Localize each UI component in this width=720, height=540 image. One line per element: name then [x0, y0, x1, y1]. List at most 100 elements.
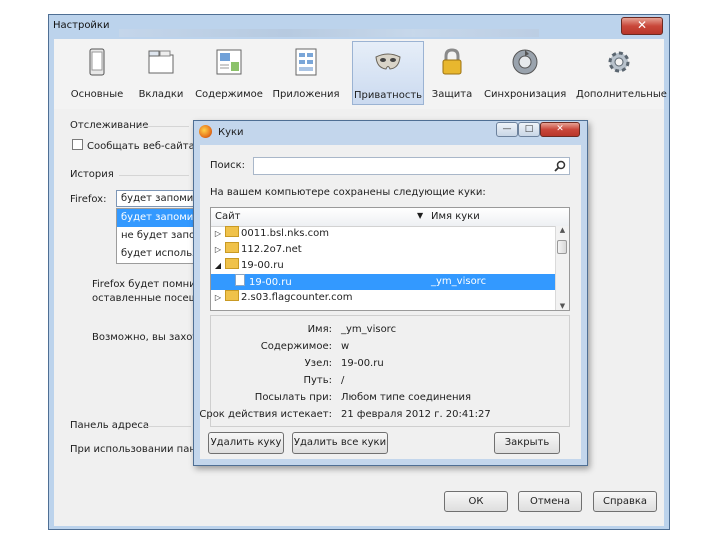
cookie-search-input[interactable] [253, 157, 570, 175]
dialog-title: Куки [218, 127, 244, 138]
close-button[interactable]: Закрыть [494, 432, 560, 454]
detail-label: Узел: [304, 358, 332, 369]
tab-security[interactable]: Защита [428, 41, 476, 105]
tab-applications[interactable]: Приложения [272, 41, 340, 105]
tracking-heading: Отслеживание [70, 120, 149, 131]
title-bar-blur [119, 29, 539, 37]
detail-value: / [341, 375, 345, 386]
tracking-checkbox-row[interactable]: Сообщать веб-сайтам [72, 139, 202, 152]
padlock-icon [442, 48, 462, 75]
firefox-icon [199, 125, 212, 138]
stored-cookies-label: На вашем компьютере сохранены следующие … [210, 187, 486, 198]
tab-sync[interactable]: Синхронизация [484, 41, 566, 105]
ok-button[interactable]: ОК [444, 491, 508, 512]
remove-all-cookies-button[interactable]: Удалить все куки [292, 432, 388, 454]
scroll-down-icon[interactable]: ▼ [556, 302, 569, 310]
row-cookie-name: _ym_visorc [431, 276, 487, 287]
search-label: Поиск: [210, 160, 246, 171]
history-mode-dropdown: будет запоминать не будет запоминать буд… [116, 208, 196, 264]
tracking-checkbox-label: Сообщать веб-сайтам [87, 141, 203, 152]
row-site: 112.2o7.net [241, 244, 302, 255]
row-site: 19-00.ru [241, 260, 284, 271]
detail-value: Любом типе соединения [341, 392, 472, 403]
address-bar-text: При использовании пане [70, 444, 203, 455]
scroll-up-icon[interactable]: ▲ [556, 226, 569, 234]
minimize-button[interactable]: — [496, 122, 518, 137]
history-mode-select[interactable]: будет запоминать [116, 190, 196, 207]
tree-row[interactable]: ▷ 0011.bsl.nks.com [211, 226, 557, 242]
dropdown-option[interactable]: будет использовать [117, 245, 195, 263]
maximize-button[interactable]: □ [518, 122, 540, 137]
firefox-label: Firefox: [70, 194, 107, 205]
folder-icon [225, 290, 239, 301]
history-heading: История [70, 169, 114, 180]
column-header-site[interactable]: Сайт [215, 211, 240, 222]
content-icon [216, 49, 242, 75]
detail-value: w [341, 341, 350, 352]
detail-value: 19-00.ru [341, 358, 384, 369]
tab-label: Приложения [272, 89, 340, 100]
tab-label: Дополнительные [576, 89, 667, 100]
scrollbar-thumb[interactable] [557, 240, 567, 254]
detail-label: Посылать при: [254, 392, 332, 403]
row-site: 2.s03.flagcounter.com [241, 292, 353, 303]
help-button[interactable]: Справка [593, 491, 657, 512]
remove-cookie-button[interactable]: Удалить куку [208, 432, 284, 454]
detail-label: Срок действия истекает: [199, 409, 332, 420]
divider [119, 175, 189, 176]
tree-row[interactable]: ▷ 112.2o7.net [211, 242, 557, 258]
search-icon[interactable] [554, 160, 566, 172]
tab-general[interactable]: Основные [64, 41, 130, 105]
sync-icon [512, 49, 538, 75]
cancel-button[interactable]: Отмена [518, 491, 582, 512]
window-close-button[interactable]: ✕ [621, 17, 663, 35]
expand-icon[interactable]: ▷ [211, 226, 225, 242]
divider [146, 426, 191, 427]
tab-label: Синхронизация [484, 89, 567, 100]
tab-tabs[interactable]: Вкладки [134, 41, 188, 105]
tab-advanced[interactable]: Дополнительные [576, 41, 667, 105]
dialog-content: Поиск: На вашем компьютере сохранены сле… [199, 145, 581, 459]
history-note-line-3: Возможно, вы захоте [92, 332, 205, 343]
dialog-close-button[interactable]: ✕ [540, 122, 580, 137]
mask-icon [375, 53, 401, 70]
tracking-checkbox[interactable] [72, 139, 83, 150]
tree-row[interactable]: ▷ 2.s03.flagcounter.com [211, 290, 557, 306]
tab-label: Основные [70, 89, 124, 100]
tab-content[interactable]: Содержимое [194, 41, 264, 105]
tree-row-selected[interactable]: 19-00.ru _ym_visorc [211, 274, 557, 290]
tab-privacy[interactable]: Приватность [352, 41, 424, 105]
folder-open-icon [225, 258, 239, 269]
dropdown-option[interactable]: будет запоминать [117, 209, 195, 227]
expand-icon[interactable]: ▷ [211, 290, 225, 306]
tab-label: Содержимое [195, 89, 263, 100]
window-title: Настройки [53, 20, 110, 31]
tab-label: Защита [431, 89, 473, 100]
collapse-icon[interactable]: ◢ [211, 258, 225, 274]
tree-row[interactable]: ◢ 19-00.ru [211, 258, 557, 274]
divider [139, 126, 189, 127]
tree-header: Сайт ▼ Имя куки [211, 208, 569, 227]
cookie-details: Имя: _ym_visorc Содержимое: w Узел: 19-0… [199, 315, 570, 427]
tabs-icon [148, 50, 174, 74]
cookies-dialog: Куки — □ ✕ Поиск: На вашем компьютере со… [193, 120, 588, 466]
gear-icon [608, 51, 630, 73]
cookie-tree[interactable]: Сайт ▼ Имя куки ▷ 0011.bsl.nks.com ▷ 112.2… [210, 207, 570, 311]
history-note-line-2: оставленные посещ [92, 293, 199, 304]
tab-label: Приватность [353, 90, 423, 101]
folder-icon [225, 242, 239, 253]
detail-label: Путь: [303, 375, 332, 386]
history-note-line-1: Firefox будет помнит [92, 279, 202, 290]
sort-arrow-icon: ▼ [417, 211, 424, 220]
tab-label: Вкладки [138, 89, 184, 100]
applications-icon [295, 48, 317, 76]
folder-icon [225, 226, 239, 237]
detail-value: 21 февраля 2012 г. 20:41:27 [341, 409, 491, 420]
column-header-cookie-name[interactable]: Имя куки [431, 211, 480, 222]
expand-icon[interactable]: ▷ [211, 242, 225, 258]
dropdown-option[interactable]: не будет запоминать [117, 227, 195, 245]
detail-label: Содержимое: [260, 341, 332, 352]
preferences-toolbar: Основные Вкладки Содержимое Приложения П… [54, 39, 667, 110]
tree-scrollbar[interactable]: ▲ ▼ [555, 226, 569, 310]
device-icon [89, 48, 105, 76]
